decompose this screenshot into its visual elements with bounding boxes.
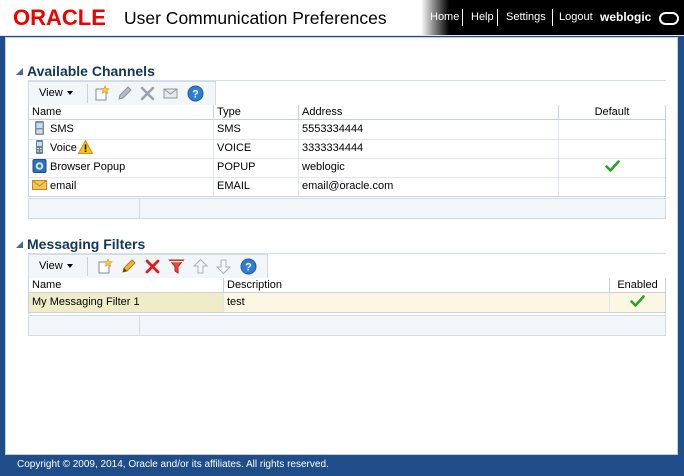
browser-popup-icon	[32, 159, 47, 173]
help-icon[interactable]: ?	[240, 258, 257, 275]
nav-separator	[462, 9, 463, 26]
channel-default-cell	[559, 177, 665, 196]
edit-pencil-icon[interactable]	[116, 85, 133, 102]
nav-home-link[interactable]: Home	[430, 11, 459, 23]
filters-toolbar: View ?	[28, 254, 268, 279]
channel-type-cell: POPUP	[214, 158, 299, 177]
column-header-type[interactable]: Type	[214, 105, 299, 119]
view-menu-button[interactable]: View	[39, 260, 73, 272]
filter-enabled-cell	[610, 293, 665, 312]
footer-separator	[139, 199, 140, 218]
section-title: Available Channels	[27, 63, 155, 79]
footer-separator	[139, 316, 140, 335]
channel-default-cell	[559, 158, 665, 177]
nav-separator	[552, 9, 553, 26]
user-name: weblogic	[600, 10, 652, 24]
channel-name-cell: SMS	[29, 120, 214, 139]
table-row[interactable]: My Messaging Filter 1 test	[29, 293, 665, 313]
enabled-checkmark-icon	[630, 294, 645, 308]
table-row[interactable]: Browser Popup POPUP weblogic	[29, 158, 665, 178]
table-header: Name Description Enabled	[29, 278, 665, 293]
channel-name-cell: Browser Popup	[29, 158, 214, 177]
email-icon	[32, 178, 47, 192]
default-checkmark-icon	[604, 159, 620, 173]
voice-phone-icon	[32, 140, 47, 154]
nav-settings-link[interactable]: Settings	[506, 11, 546, 23]
channel-default-cell	[559, 120, 665, 139]
delete-icon[interactable]	[139, 85, 156, 102]
channels-table-footer	[28, 198, 666, 219]
create-icon[interactable]	[96, 258, 113, 275]
sms-icon	[32, 121, 47, 135]
collapse-triangle-icon[interactable]	[16, 68, 23, 75]
messaging-filters-header[interactable]: Messaging Filters	[16, 236, 145, 252]
available-channels-header[interactable]: Available Channels	[16, 63, 155, 79]
main-panel: Available Channels View ? Name Type Addr…	[5, 37, 678, 455]
channel-default-cell	[559, 139, 665, 158]
collapse-triangle-icon[interactable]	[16, 241, 23, 248]
filters-table-footer	[28, 315, 666, 336]
channel-address-cell: weblogic	[299, 158, 559, 177]
channel-type-cell: SMS	[214, 120, 299, 139]
oracle-logo: ORACLE	[13, 5, 106, 30]
column-header-name[interactable]: Name	[29, 278, 224, 292]
toolbar-separator	[87, 84, 88, 103]
toolbar-separator	[87, 257, 88, 276]
filter-name-cell: My Messaging Filter 1	[29, 293, 224, 312]
filter-icon[interactable]	[168, 258, 185, 275]
column-header-default[interactable]: Default	[559, 105, 665, 119]
svg-text:?: ?	[192, 89, 199, 101]
table-header: Name Type Address Default	[29, 105, 665, 120]
warning-icon	[77, 140, 93, 154]
move-down-arrow-icon[interactable]	[215, 258, 232, 275]
filters-table: Name Description Enabled My Messaging Fi…	[28, 278, 666, 314]
edit-pencil-icon[interactable]	[120, 258, 137, 275]
column-header-name[interactable]: Name	[29, 105, 214, 119]
channel-address-cell: 3333334444	[299, 139, 559, 158]
channel-name-cell: Voice	[29, 139, 214, 158]
nav-separator	[497, 9, 498, 26]
app-header: ORACLE User Communication Preferences Ho…	[0, 0, 684, 36]
create-icon[interactable]	[93, 85, 110, 102]
channel-name-cell: email	[29, 177, 214, 196]
column-header-enabled[interactable]: Enabled	[610, 278, 665, 292]
channel-address-cell: email@oracle.com	[299, 177, 559, 196]
copyright-notice: Copyright © 2009, 2014, Oracle and/or it…	[17, 459, 329, 470]
channel-address-cell: 5553334444	[299, 120, 559, 139]
channels-toolbar: View ?	[28, 81, 216, 106]
table-row[interactable]: email EMAIL email@oracle.com	[29, 177, 665, 197]
table-row[interactable]: Voice VOICE 3333334444	[29, 139, 665, 159]
svg-text:?: ?	[245, 262, 252, 274]
delete-icon[interactable]	[144, 258, 161, 275]
top-navigation: Home Help Settings Logout weblogic	[421, 0, 684, 35]
channel-type-cell: EMAIL	[214, 177, 299, 196]
table-row[interactable]: SMS SMS 5553334444	[29, 120, 665, 140]
view-menu-button[interactable]: View	[39, 87, 73, 99]
column-header-description[interactable]: Description	[224, 278, 610, 292]
column-header-address[interactable]: Address	[299, 105, 559, 119]
oracle-oval-icon	[659, 12, 679, 25]
page-title: User Communication Preferences	[124, 8, 387, 28]
nav-help-link[interactable]: Help	[471, 11, 494, 23]
channels-table: Name Type Address Default SMS SMS 555333…	[28, 105, 666, 197]
send-mail-icon[interactable]	[162, 85, 179, 102]
help-icon[interactable]: ?	[187, 85, 204, 102]
channel-type-cell: VOICE	[214, 139, 299, 158]
filter-description-cell: test	[224, 293, 610, 312]
nav-logout-link[interactable]: Logout	[559, 11, 593, 23]
move-up-arrow-icon[interactable]	[192, 258, 209, 275]
section-title: Messaging Filters	[27, 236, 146, 252]
